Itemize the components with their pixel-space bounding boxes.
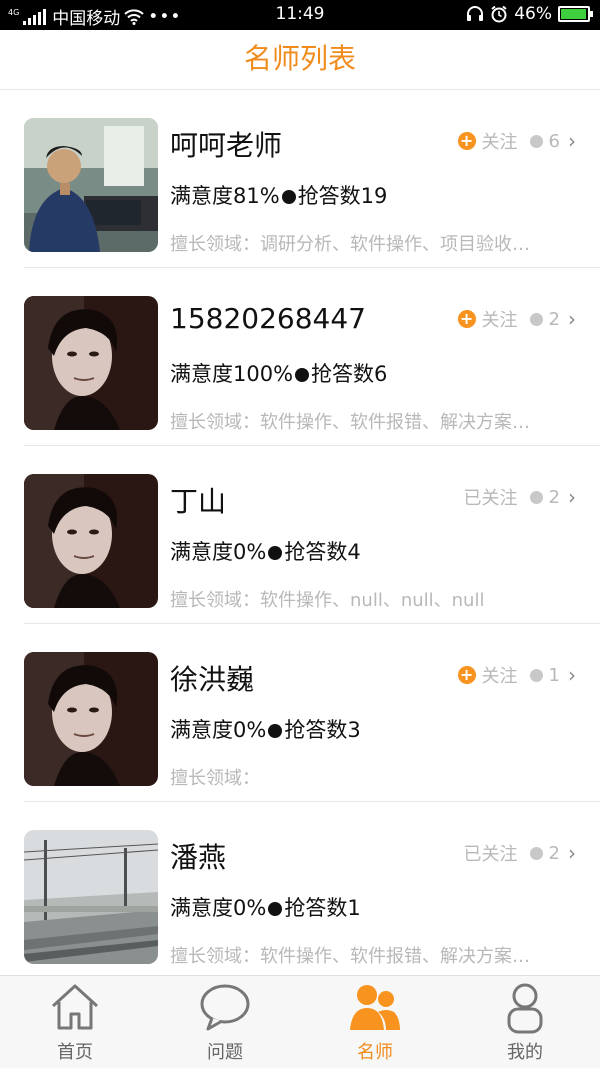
expertise-text: 擅长领域：调研分析、软件操作、项目验收… [170, 234, 530, 255]
separator-dot [268, 902, 283, 916]
teacher-stats: 满意度0% 抢答数4 [170, 536, 361, 566]
satisfaction-rate: 满意度0% [170, 540, 267, 564]
teachers-icon [350, 985, 400, 1030]
teacher-list[interactable]: 呵呵老师 + 关注 6 › 满意度81% 抢答数19 擅长领域：调研分析、软件操作… [0, 90, 600, 974]
follow-button[interactable]: + 关注 1 › [457, 662, 576, 688]
tab-questions[interactable]: 问题 [150, 976, 300, 1068]
expertise-text: 擅长领域：软件操作、null、null、null [170, 590, 485, 611]
answer-count: 抢答数19 [297, 184, 388, 208]
answer-count: 抢答数3 [284, 718, 361, 742]
count-dot-icon [529, 490, 543, 504]
follow-label: 已关注 [463, 844, 518, 865]
teacher-row[interactable]: 15820268447 + 关注 2 › 满意度100% 抢答数6 擅长领域：软件… [0, 268, 600, 446]
expertise-text: 擅长领域： [170, 768, 260, 789]
teacher-stats: 满意度0% 抢答数3 [170, 714, 361, 744]
page-header: 名师列表 [0, 30, 600, 90]
satisfaction-rate: 满意度0% [170, 896, 267, 920]
headset-icon [467, 6, 484, 21]
teacher-stats: 满意度81% 抢答数19 [170, 180, 387, 210]
follow-button[interactable]: 已关注 2 › [464, 840, 576, 866]
person-icon [507, 983, 543, 1034]
status-bar: 4G 中国移动 ••• 11:49 46% [0, 0, 600, 30]
satisfaction-rate: 满意度100% [170, 362, 294, 386]
follower-count: 2 [548, 842, 560, 864]
separator-dot [281, 190, 296, 204]
tab-teachers[interactable]: 名师 [300, 976, 450, 1068]
follow-label: 关注 [481, 132, 518, 153]
separator-dot [268, 724, 283, 738]
chevron-right-icon: › [568, 663, 576, 687]
teacher-name: 呵呵老师 [170, 129, 283, 162]
follow-button[interactable]: + 关注 2 › [457, 306, 576, 332]
alarm-icon [491, 5, 507, 23]
teacher-stats: 满意度0% 抢答数1 [170, 892, 361, 922]
follow-label: 关注 [481, 666, 518, 687]
follower-count: 2 [548, 486, 560, 508]
answer-count: 抢答数6 [311, 362, 388, 386]
satisfaction-rate: 满意度0% [170, 718, 267, 742]
avatar [24, 652, 158, 786]
avatar [24, 474, 158, 608]
chevron-right-icon: › [568, 307, 576, 331]
count-dot-icon [529, 312, 543, 326]
teacher-row[interactable]: 潘燕 已关注 2 › 满意度0% 抢答数1 擅长领域：软件操作、软件报错、解决方案… [0, 802, 600, 974]
satisfaction-rate: 满意度81% [170, 184, 280, 208]
chevron-right-icon: › [568, 129, 576, 153]
count-dot-icon [529, 846, 543, 860]
page-title: 名师列表 [243, 42, 356, 75]
chevron-right-icon: › [568, 485, 576, 509]
avatar [24, 118, 158, 252]
teacher-row[interactable]: 丁山 已关注 2 › 满意度0% 抢答数4 擅长领域：软件操作、null、null… [0, 446, 600, 624]
plus-icon: + [457, 132, 476, 150]
answer-count: 抢答数1 [284, 896, 361, 920]
separator-dot [295, 368, 310, 382]
follow-label: 已关注 [463, 488, 518, 509]
avatar [24, 296, 158, 430]
teacher-name: 15820268447 [170, 302, 366, 335]
count-dot-icon [529, 668, 543, 682]
count-dot-icon [529, 134, 543, 148]
plus-icon: + [457, 666, 476, 684]
separator-dot [268, 546, 283, 560]
more-icon: ••• [148, 6, 182, 27]
battery-icon [558, 6, 593, 22]
teacher-name: 丁山 [170, 485, 227, 518]
teacher-row[interactable]: 呵呵老师 + 关注 6 › 满意度81% 抢答数19 擅长领域：调研分析、软件操作… [0, 90, 600, 268]
follow-label: 关注 [481, 310, 518, 331]
tab-mine[interactable]: 我的 [450, 976, 600, 1068]
battery-percent: 46% [514, 4, 552, 24]
tab-label: 问题 [207, 1042, 243, 1063]
expertise-text: 擅长领域：软件操作、软件报错、解决方案… [170, 412, 530, 433]
bottom-tab-bar: 首页 问题 名师 我的 [0, 975, 600, 1068]
follower-count: 2 [548, 308, 560, 330]
teacher-name: 潘燕 [170, 841, 227, 874]
follower-count: 1 [548, 664, 560, 686]
plus-icon: + [457, 310, 476, 328]
carrier-name: 中国移动 [52, 9, 121, 29]
teacher-name: 徐洪巍 [170, 663, 255, 696]
signal-icon: 4G [8, 8, 47, 25]
tab-label: 我的 [507, 1042, 543, 1063]
chevron-right-icon: › [568, 841, 576, 865]
teacher-row[interactable]: 徐洪巍 + 关注 1 › 满意度0% 抢答数3 擅长领域： [0, 624, 600, 802]
follow-button[interactable]: + 关注 6 › [457, 128, 576, 154]
tab-home[interactable]: 首页 [0, 976, 150, 1068]
avatar [24, 830, 158, 964]
tab-label: 名师 [357, 1042, 393, 1063]
home-icon [51, 984, 99, 1030]
wifi-icon [124, 8, 144, 25]
tab-label: 首页 [57, 1042, 93, 1063]
answer-count: 抢答数4 [284, 540, 361, 564]
follower-count: 6 [548, 130, 560, 152]
teacher-stats: 满意度100% 抢答数6 [170, 358, 387, 388]
expertise-text: 擅长领域：软件操作、软件报错、解决方案… [170, 946, 530, 967]
follow-button[interactable]: 已关注 2 › [464, 484, 576, 510]
chat-bubble-icon [200, 984, 250, 1031]
